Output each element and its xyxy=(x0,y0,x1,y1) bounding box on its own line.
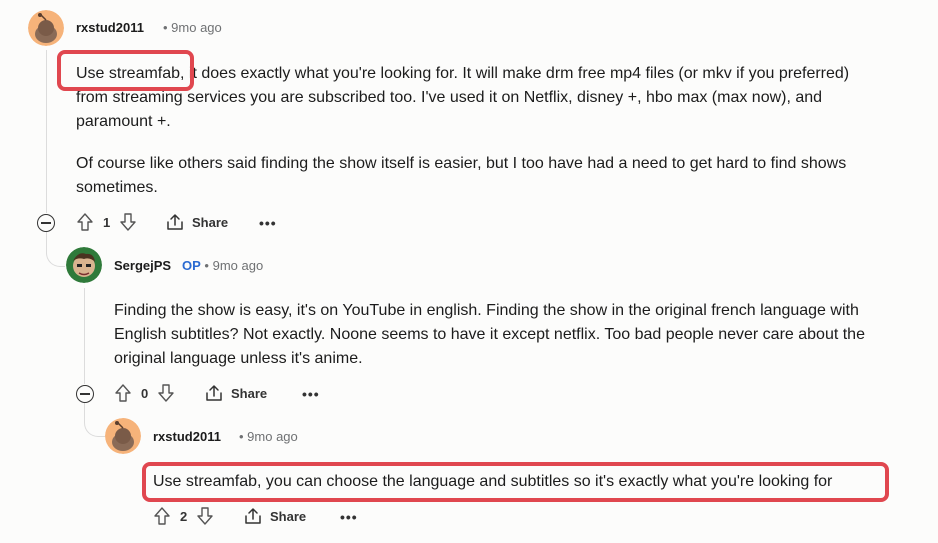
thread-line-1 xyxy=(46,50,47,213)
comment-author[interactable]: SergejPS xyxy=(114,258,171,273)
share-button[interactable]: Share xyxy=(205,384,267,402)
highlight-box xyxy=(142,462,889,502)
comment-line: original language unless it's anime. xyxy=(114,350,363,367)
upvote-icon[interactable] xyxy=(76,212,94,232)
comment-timestamp: • 9mo ago xyxy=(163,20,222,35)
comment-body: Finding the show is easy, it's on YouTub… xyxy=(114,299,924,371)
collapse-button[interactable] xyxy=(37,214,55,232)
avatar[interactable] xyxy=(105,418,141,454)
share-button[interactable]: Share xyxy=(244,507,306,525)
collapse-button[interactable] xyxy=(76,385,94,403)
comment-body: Use streamfab, it does exactly what you'… xyxy=(76,62,916,200)
vote-count: 2 xyxy=(180,508,188,524)
thread-curve-1 xyxy=(46,230,65,267)
share-icon xyxy=(244,507,262,525)
upvote-icon[interactable] xyxy=(114,383,132,403)
share-label: Share xyxy=(192,214,229,230)
op-badge: OP xyxy=(182,258,201,273)
comment-line: from streaming services you are subscrib… xyxy=(76,89,823,106)
share-label: Share xyxy=(231,385,268,401)
share-label: Share xyxy=(270,508,307,524)
more-options-icon[interactable]: ••• xyxy=(259,215,277,231)
vote-controls: 2 xyxy=(153,506,214,526)
share-button[interactable]: Share xyxy=(166,213,228,231)
comment-line: paramount +. xyxy=(76,113,171,130)
comment-meta: OP • 9mo ago xyxy=(182,258,263,273)
avatar[interactable] xyxy=(66,247,102,283)
comment-line: English subtitles? Not exactly. Noone se… xyxy=(114,326,865,343)
thread-curve-2 xyxy=(84,402,105,437)
comment-line: sometimes. xyxy=(76,179,158,196)
vote-count: 1 xyxy=(103,214,111,230)
vote-controls: 1 xyxy=(76,212,137,232)
highlight-box xyxy=(57,50,194,91)
downvote-icon[interactable] xyxy=(196,506,214,526)
share-icon xyxy=(205,384,223,402)
vote-controls: 0 xyxy=(114,383,175,403)
more-options-icon[interactable]: ••• xyxy=(340,509,358,525)
thread-line-2 xyxy=(84,288,85,384)
more-options-icon[interactable]: ••• xyxy=(302,386,320,402)
comment-timestamp: • 9mo ago xyxy=(239,429,298,444)
downvote-icon[interactable] xyxy=(119,212,137,232)
upvote-icon[interactable] xyxy=(153,506,171,526)
comment-timestamp: • 9mo ago xyxy=(204,258,264,273)
avatar[interactable] xyxy=(28,10,64,46)
comment-author[interactable]: rxstud2011 xyxy=(76,20,144,35)
comment-line: Use streamfab, it does exactly what you'… xyxy=(76,65,850,82)
comment-author[interactable]: rxstud2011 xyxy=(153,429,221,444)
vote-count: 0 xyxy=(141,385,149,401)
comment-line: Of course like others said finding the s… xyxy=(76,155,847,172)
downvote-icon[interactable] xyxy=(157,383,175,403)
comment-line: Finding the show is easy, it's on YouTub… xyxy=(114,302,859,319)
share-icon xyxy=(166,213,184,231)
